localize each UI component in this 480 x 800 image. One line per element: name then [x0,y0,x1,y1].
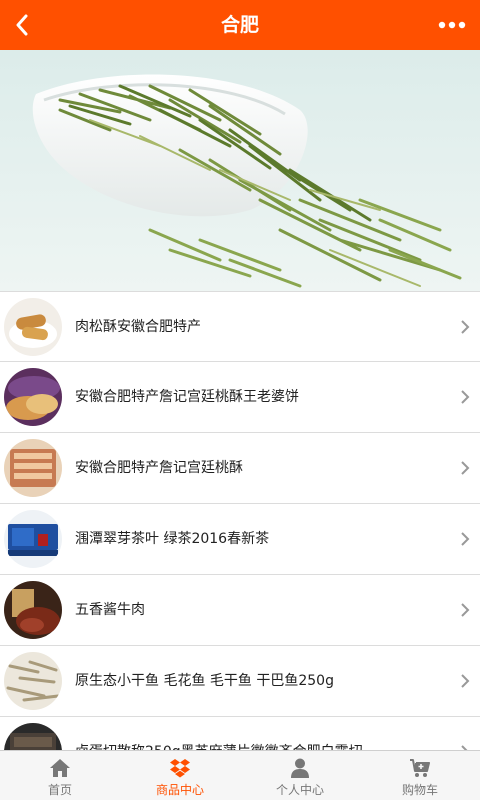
chevron-right-icon [461,390,470,404]
dropbox-box-icon [170,759,190,778]
tab-home[interactable]: 首页 [0,751,120,800]
chevron-right-icon [461,603,470,617]
list-item[interactable]: 安徽合肥特产詹记宫廷桃酥 [0,433,480,504]
cart-icon [410,759,430,777]
list-item[interactable]: 安徽合肥特产詹记宫廷桃酥王老婆饼 [0,362,480,433]
list-item[interactable]: 五香酱牛肉 [0,575,480,646]
product-name: 安徽合肥特产詹记宫廷桃酥 [75,460,243,476]
bottom-tab-bar: 首页 商品中心 个人中心 购物车 [0,750,480,800]
more-button[interactable] [424,0,480,50]
product-list: 肉松酥安徽合肥特产 安徽合肥特产詹记宫廷桃酥王老婆饼 安徽合肥特产詹记宫廷桃酥 … [0,291,480,750]
tab-cart[interactable]: 购物车 [360,751,480,800]
product-thumbnail [4,581,62,639]
list-item[interactable]: 卤蛋切散称250g黑芝麻薄片徽徽齐合肥白露切 [0,717,480,750]
page-title: 合肥 [220,14,259,36]
product-name: 安徽合肥特产詹记宫廷桃酥王老婆饼 [75,389,299,405]
product-name: 原生态小干鱼 毛花鱼 毛干鱼 干巴鱼250g [75,673,334,689]
product-name: 涠潭翠芽茶叶 绿茶2016春新茶 [75,531,270,547]
tab-label: 商品中心 [155,783,204,797]
product-thumbnail [4,652,62,710]
tab-profile[interactable]: 个人中心 [240,751,360,800]
tab-label: 购物车 [401,783,438,797]
product-name: 卤蛋切散称250g黑芝麻薄片徽徽齐合肥白露切 [75,717,444,750]
product-thumbnail [4,723,62,750]
home-icon [50,759,70,777]
chevron-left-icon [16,14,28,36]
chevron-right-icon [461,320,470,334]
list-item[interactable]: 肉松酥安徽合肥特产 [0,291,480,362]
chevron-right-icon [461,674,470,688]
top-nav-bar: 合肥 [0,0,480,50]
chevron-right-icon [461,461,470,475]
product-thumbnail [4,368,62,426]
tab-label: 首页 [47,783,72,797]
list-item[interactable]: 涠潭翠芽茶叶 绿茶2016春新茶 [0,504,480,575]
tea-leaves-illustration [32,74,462,288]
list-item[interactable]: 原生态小干鱼 毛花鱼 毛干鱼 干巴鱼250g [0,646,480,717]
chevron-right-icon [461,532,470,546]
tab-label: 个人中心 [275,783,324,797]
back-button[interactable] [0,0,44,50]
tab-products[interactable]: 商品中心 [120,751,240,800]
product-thumbnail [4,439,62,497]
product-thumbnail [4,298,62,356]
banner-image[interactable] [0,50,480,291]
user-icon [291,758,309,778]
product-name: 五香酱牛肉 [75,602,145,618]
product-thumbnail [4,510,62,568]
product-name: 肉松酥安徽合肥特产 [75,319,201,335]
more-dots-icon [438,21,466,29]
